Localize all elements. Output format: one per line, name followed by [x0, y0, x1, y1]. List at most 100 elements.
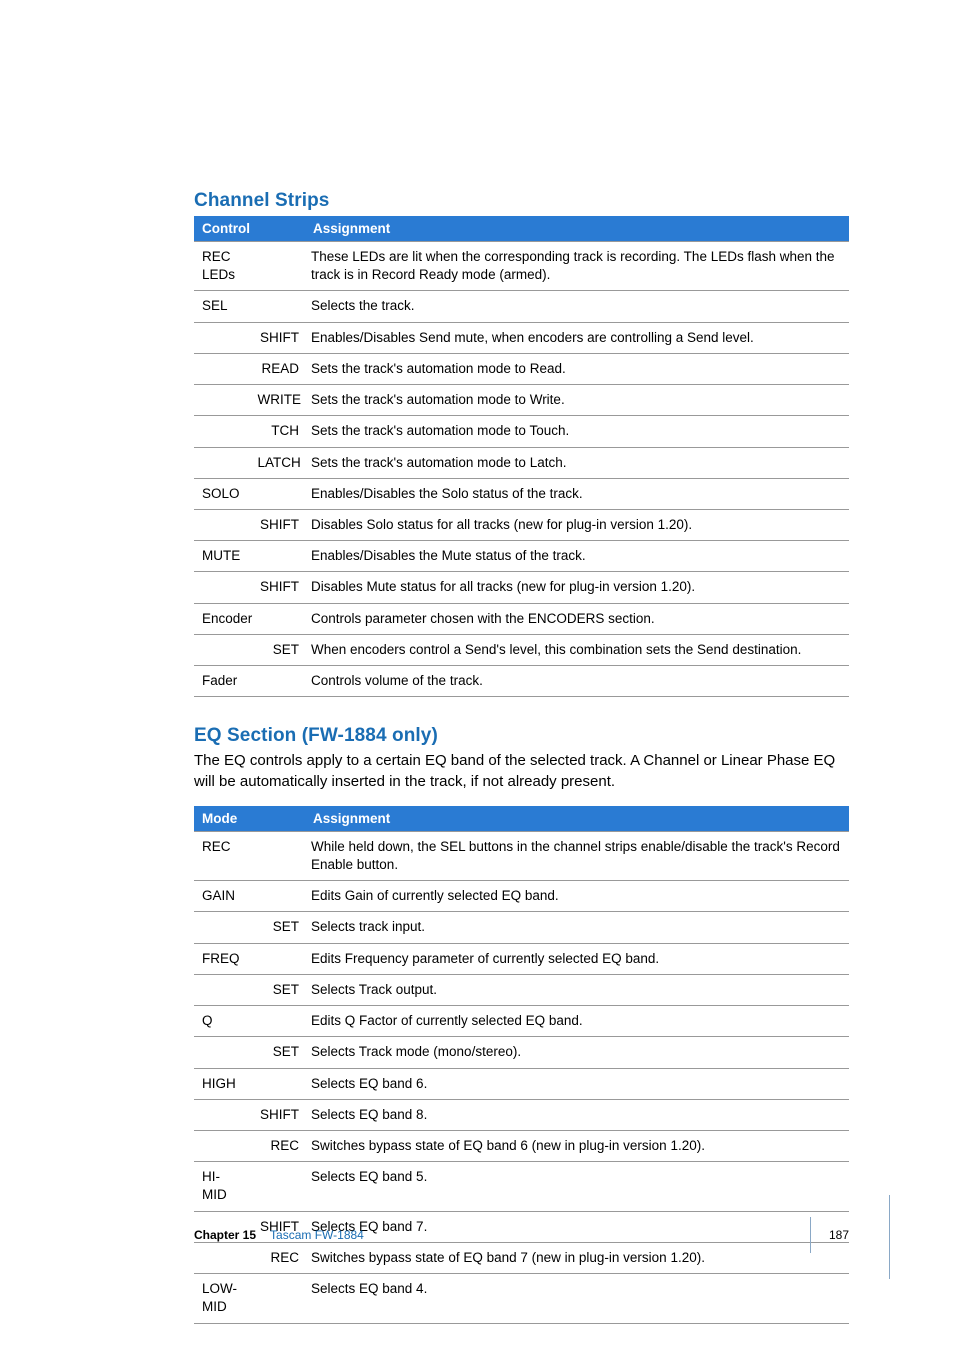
cell-assignment: Enables/Disables the Solo status of the … — [305, 478, 849, 509]
cell-assignment: Sets the track's automation mode to Touc… — [305, 416, 849, 447]
cell-control — [194, 572, 250, 603]
cell-modifier — [250, 603, 306, 634]
table-row: TCHSets the track's automation mode to T… — [194, 416, 849, 447]
table-row: RECSwitches bypass state of EQ band 6 (n… — [194, 1130, 849, 1161]
table-row: LATCHSets the track's automation mode to… — [194, 447, 849, 478]
table-row: SOLO Enables/Disables the Solo status of … — [194, 478, 849, 509]
cell-control: LOW-MID — [194, 1274, 250, 1323]
page-footer: Chapter 15 Tascam FW-1884 187 — [194, 1217, 849, 1253]
cell-control: FREQ — [194, 943, 250, 974]
cell-control — [194, 353, 250, 384]
channel-strips-heading: Channel Strips — [194, 190, 849, 212]
th-mode: Mode — [194, 806, 305, 832]
cell-control: SEL — [194, 291, 250, 322]
cell-assignment: Selects track input. — [305, 912, 849, 943]
cell-assignment: These LEDs are lit when the correspondin… — [305, 242, 849, 291]
cell-modifier — [250, 1274, 306, 1323]
table-row: SETSelects Track output. — [194, 974, 849, 1005]
table-row: MUTE Enables/Disables the Mute status of … — [194, 541, 849, 572]
cell-modifier: SHIFT — [250, 509, 306, 540]
corner-rule — [889, 1195, 890, 1279]
cell-control: SOLO — [194, 478, 250, 509]
cell-control: Q — [194, 1006, 250, 1037]
cell-control: REC LEDs — [194, 242, 250, 291]
cell-modifier — [250, 943, 306, 974]
cell-modifier — [250, 881, 306, 912]
page-number: 187 — [810, 1217, 849, 1253]
cell-control — [194, 1037, 250, 1068]
cell-control: HI-MID — [194, 1162, 250, 1211]
eq-section-heading: EQ Section (FW-1884 only) — [194, 725, 849, 747]
table-row: SETSelects Track mode (mono/stereo). — [194, 1037, 849, 1068]
cell-modifier — [250, 242, 306, 291]
table-row: REC LEDs These LEDs are lit when the corr… — [194, 242, 849, 291]
cell-modifier — [250, 666, 306, 697]
table-row: Encoder Controls parameter chosen with th… — [194, 603, 849, 634]
cell-modifier — [250, 831, 306, 880]
table-row: SETWhen encoders control a Send's level,… — [194, 634, 849, 665]
cell-modifier: REC — [250, 1130, 306, 1161]
table-row: LOW-MID Selects EQ band 4. — [194, 1274, 849, 1323]
cell-control — [194, 912, 250, 943]
th-assignment: Assignment — [305, 216, 849, 242]
cell-assignment: Sets the track's automation mode to Latc… — [305, 447, 849, 478]
cell-control: Encoder — [194, 603, 250, 634]
channel-strips-table: Control Assignment REC LEDs These LEDs ar… — [194, 216, 849, 697]
cell-assignment: Disables Solo status for all tracks (new… — [305, 509, 849, 540]
table-row: FREQEdits Frequency parameter of current… — [194, 943, 849, 974]
table-header-row: Control Assignment — [194, 216, 849, 242]
cell-control — [194, 1099, 250, 1130]
cell-modifier — [250, 478, 306, 509]
cell-control: MUTE — [194, 541, 250, 572]
cell-modifier: TCH — [250, 416, 306, 447]
cell-assignment: Selects EQ band 8. — [305, 1099, 849, 1130]
cell-modifier: SHIFT — [250, 1099, 306, 1130]
cell-control — [194, 322, 250, 353]
cell-modifier: WRITE — [250, 385, 306, 416]
cell-assignment: Selects EQ band 4. — [305, 1274, 849, 1323]
cell-assignment: Controls parameter chosen with the ENCOD… — [305, 603, 849, 634]
table-row: HI-MID Selects EQ band 5. — [194, 1162, 849, 1211]
cell-assignment: While held down, the SEL buttons in the … — [305, 831, 849, 880]
cell-modifier: LATCH — [250, 447, 306, 478]
cell-modifier: SHIFT — [250, 572, 306, 603]
cell-control — [194, 416, 250, 447]
cell-control: HIGH — [194, 1068, 250, 1099]
cell-modifier: SET — [250, 912, 306, 943]
cell-control: GAIN — [194, 881, 250, 912]
cell-control — [194, 974, 250, 1005]
cell-modifier — [250, 1006, 306, 1037]
cell-control — [194, 385, 250, 416]
cell-modifier — [250, 291, 306, 322]
footer-left: Chapter 15 Tascam FW-1884 — [194, 1228, 364, 1242]
cell-control — [194, 1130, 250, 1161]
chapter-title: Tascam FW-1884 — [270, 1228, 364, 1242]
table-row: HIGHSelects EQ band 6. — [194, 1068, 849, 1099]
table-header-row: Mode Assignment — [194, 806, 849, 832]
table-row: REC While held down, the SEL buttons in t… — [194, 831, 849, 880]
page-content: Channel Strips Control Assignment REC LE… — [0, 0, 954, 1351]
table-row: GAIN Edits Gain of currently selected EQ … — [194, 881, 849, 912]
table-row: SETSelects track input. — [194, 912, 849, 943]
cell-assignment: Selects the track. — [305, 291, 849, 322]
cell-assignment: Sets the track's automation mode to Writ… — [305, 385, 849, 416]
cell-assignment: Selects EQ band 5. — [305, 1162, 849, 1211]
cell-control — [194, 634, 250, 665]
cell-assignment: Edits Q Factor of currently selected EQ … — [305, 1006, 849, 1037]
table-row: FaderControls volume of the track. — [194, 666, 849, 697]
table-row: SHIFTSelects EQ band 8. — [194, 1099, 849, 1130]
cell-modifier: SET — [250, 974, 306, 1005]
cell-assignment: Selects Track mode (mono/stereo). — [305, 1037, 849, 1068]
cell-modifier — [250, 541, 306, 572]
cell-control: REC — [194, 831, 250, 880]
chapter-label: Chapter 15 — [194, 1228, 256, 1242]
cell-control: Fader — [194, 666, 250, 697]
cell-assignment: Enables/Disables the Mute status of the … — [305, 541, 849, 572]
cell-modifier: SHIFT — [250, 322, 306, 353]
cell-modifier: SET — [250, 634, 306, 665]
th-control: Control — [194, 216, 305, 242]
eq-section-intro: The EQ controls apply to a certain EQ ba… — [194, 751, 849, 792]
cell-assignment: Edits Gain of currently selected EQ band… — [305, 881, 849, 912]
cell-assignment: Switches bypass state of EQ band 6 (new … — [305, 1130, 849, 1161]
table-row: READSets the track's automation mode to … — [194, 353, 849, 384]
